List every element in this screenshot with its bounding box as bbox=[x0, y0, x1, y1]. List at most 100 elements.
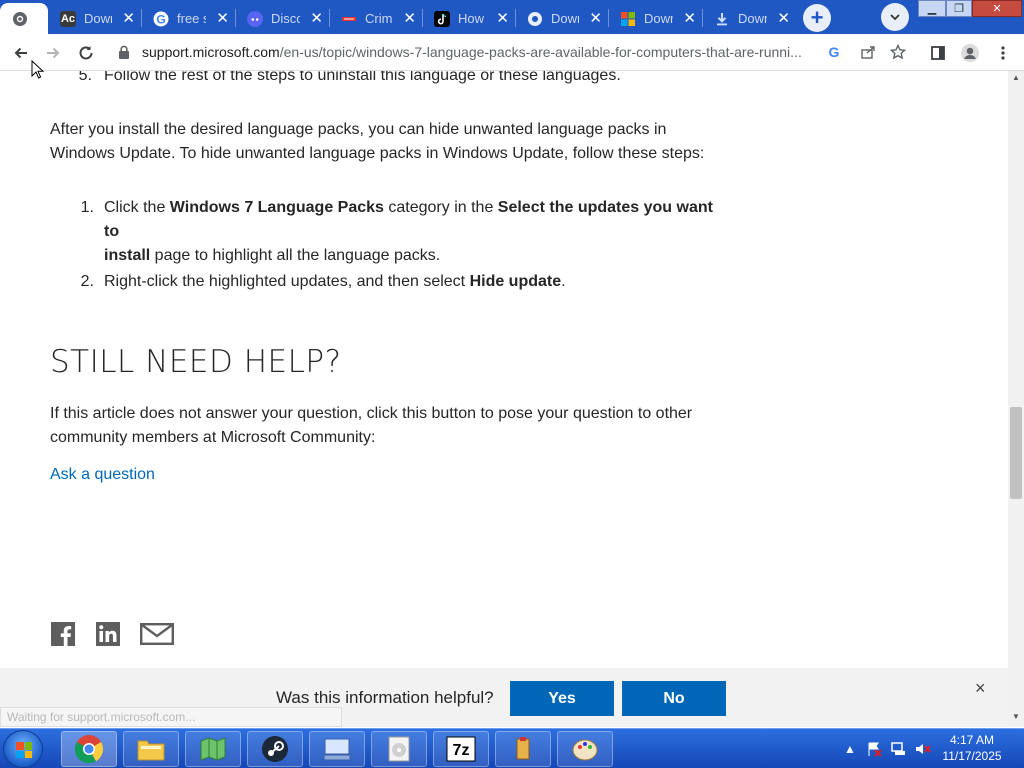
paint-taskbar-button[interactable] bbox=[557, 731, 613, 767]
mouse-cursor-icon bbox=[31, 60, 45, 79]
status-bubble: Waiting for support.microsoft.com... bbox=[0, 707, 342, 727]
tab-title: Down bbox=[551, 11, 579, 26]
help-text-line: If this article does not answer your que… bbox=[50, 405, 693, 422]
tab-7[interactable]: Down ✕ bbox=[608, 3, 702, 34]
steam-taskbar-button[interactable] bbox=[247, 731, 303, 767]
chrome-taskbar-button[interactable] bbox=[61, 731, 117, 767]
tab-title: Down bbox=[738, 11, 767, 26]
avatar-icon bbox=[961, 44, 979, 62]
show-hidden-icons-icon[interactable]: ▲ bbox=[843, 729, 857, 768]
chrome-icon bbox=[74, 735, 104, 764]
chrome-globe-icon bbox=[12, 11, 28, 27]
tab-strip: Ac Down ✕ G free s ✕ Disco ✕ Crime ✕ How… bbox=[0, 0, 1024, 34]
tab-title: How bbox=[458, 11, 485, 26]
tab-5[interactable]: How ✕ bbox=[422, 3, 515, 34]
clock-date: 11/17/2025 bbox=[942, 749, 1002, 763]
disc-icon bbox=[388, 736, 410, 762]
help-heading: STILL NEED HELP? bbox=[50, 344, 342, 380]
ac-icon: Ac bbox=[60, 10, 76, 27]
tab-1[interactable]: Ac Down ✕ bbox=[48, 3, 141, 34]
tiktok-icon bbox=[434, 10, 450, 27]
tab-search-button[interactable] bbox=[881, 3, 909, 31]
page-content: 5. Follow the rest of the steps to unins… bbox=[0, 71, 1008, 727]
map-icon bbox=[200, 737, 226, 761]
scroll-down-icon[interactable]: ▼ bbox=[1012, 712, 1020, 721]
windows-taskbar: 7z ▲ 4:17 AM 11/17/2025 bbox=[0, 728, 1024, 768]
back-arrow-icon bbox=[14, 47, 27, 59]
paint-palette-icon bbox=[572, 739, 598, 761]
windows-logo-icon bbox=[16, 742, 32, 758]
network-icon[interactable] bbox=[888, 729, 910, 768]
close-tab-icon[interactable]: ✕ bbox=[496, 11, 509, 26]
linkedin-icon[interactable] bbox=[96, 622, 120, 646]
share-icon[interactable] bbox=[858, 42, 878, 62]
close-tab-icon[interactable]: ✕ bbox=[310, 11, 323, 26]
system-clock[interactable]: 4:17 AM 11/17/2025 bbox=[935, 732, 1009, 764]
start-button[interactable] bbox=[3, 730, 43, 768]
tab-4[interactable]: Crime ✕ bbox=[329, 3, 422, 34]
tab-3[interactable]: Disco ✕ bbox=[235, 3, 329, 34]
browser-toolbar: support.microsoft.com/en-us/topic/window… bbox=[0, 34, 1024, 71]
close-tab-icon[interactable]: ✕ bbox=[403, 11, 416, 26]
ask-question-link[interactable]: Ask a question bbox=[50, 466, 155, 484]
map-taskbar-button[interactable] bbox=[185, 731, 241, 767]
maximize-button[interactable]: ❐ bbox=[946, 0, 972, 17]
action-center-flag-icon[interactable] bbox=[864, 729, 884, 768]
close-tab-icon[interactable]: ✕ bbox=[683, 11, 696, 26]
forward-arrow-icon bbox=[47, 47, 60, 59]
side-panel-icon bbox=[931, 46, 945, 60]
minimize-button[interactable]: ▁ bbox=[918, 0, 946, 17]
steam-icon bbox=[262, 736, 288, 762]
svg-text:G: G bbox=[829, 44, 840, 60]
step-number: 1. bbox=[80, 199, 94, 216]
scrollbar[interactable]: ▲ ▼ bbox=[1008, 71, 1024, 727]
bookmark-star-icon[interactable] bbox=[888, 42, 908, 62]
email-icon[interactable] bbox=[140, 622, 174, 646]
tab-active[interactable] bbox=[0, 3, 48, 34]
help-text-line: community members at Microsoft Community… bbox=[50, 429, 376, 446]
folder-icon bbox=[137, 740, 165, 761]
url-text[interactable]: support.microsoft.com/en-us/topic/window… bbox=[142, 44, 822, 60]
scroll-up-icon[interactable]: ▲ bbox=[1012, 73, 1020, 82]
google-lens-icon[interactable]: G bbox=[824, 42, 844, 62]
clock-time: 4:17 AM bbox=[949, 733, 995, 747]
7zip-taskbar-button[interactable]: 7z bbox=[433, 731, 489, 767]
keyboard-taskbar-button[interactable] bbox=[309, 731, 365, 767]
disc-taskbar-button[interactable] bbox=[371, 731, 427, 767]
feedback-no-button[interactable]: No bbox=[622, 681, 726, 716]
globe-icon bbox=[527, 11, 543, 27]
step-text: Click the Windows 7 Language Packs categ… bbox=[104, 199, 713, 264]
reload-icon bbox=[79, 46, 93, 60]
tab-8[interactable]: Down ✕ bbox=[702, 3, 796, 34]
side-panel-button[interactable] bbox=[925, 40, 951, 66]
step-number: 2. bbox=[80, 273, 94, 290]
close-icon[interactable]: × bbox=[975, 678, 986, 699]
download-icon bbox=[714, 11, 730, 27]
reload-button[interactable] bbox=[73, 40, 99, 66]
close-tab-icon[interactable]: ✕ bbox=[216, 11, 229, 26]
new-tab-button[interactable]: + bbox=[803, 4, 831, 32]
computer-icon bbox=[323, 738, 351, 761]
explorer-taskbar-button[interactable] bbox=[123, 731, 179, 767]
feedback-yes-button[interactable]: Yes bbox=[510, 681, 614, 716]
step-text: Follow the rest of the steps to uninstal… bbox=[104, 71, 621, 84]
paragraph-line: Windows Update. To hide unwanted languag… bbox=[50, 145, 705, 162]
lock-icon[interactable] bbox=[118, 45, 130, 59]
scroll-thumb[interactable] bbox=[1010, 407, 1022, 499]
close-tab-icon[interactable]: ✕ bbox=[122, 11, 135, 26]
close-tab-icon[interactable]: ✕ bbox=[777, 11, 790, 26]
facebook-icon[interactable] bbox=[51, 622, 75, 646]
close-window-button[interactable]: ✕ bbox=[972, 0, 1022, 17]
discord-icon bbox=[247, 10, 263, 27]
svg-text:7z: 7z bbox=[453, 742, 470, 759]
tab-6[interactable]: Down ✕ bbox=[515, 3, 608, 34]
profile-button[interactable] bbox=[957, 40, 983, 66]
volume-muted-icon[interactable] bbox=[912, 729, 934, 768]
close-tab-icon[interactable]: ✕ bbox=[589, 11, 602, 26]
menu-button[interactable] bbox=[990, 40, 1016, 66]
paragraph-line: After you install the desired language p… bbox=[50, 121, 667, 138]
tab-2[interactable]: G free s ✕ bbox=[141, 3, 235, 34]
address-bar[interactable]: support.microsoft.com/en-us/topic/window… bbox=[108, 38, 918, 67]
news-icon bbox=[341, 11, 357, 27]
tool-taskbar-button[interactable] bbox=[495, 731, 551, 767]
